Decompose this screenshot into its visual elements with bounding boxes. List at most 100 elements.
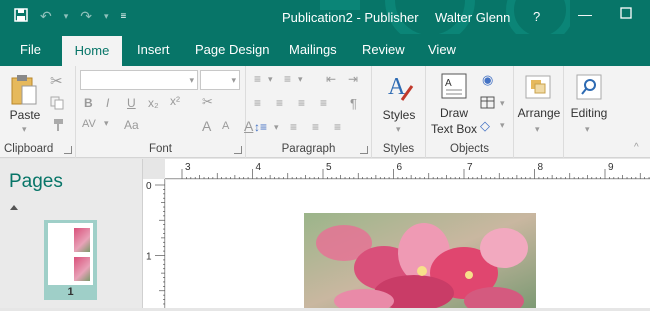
align-left-icon[interactable]: ≡ — [254, 96, 261, 110]
vertical-ruler[interactable]: 01 — [143, 179, 165, 308]
page-thumbnail[interactable]: 1 — [44, 220, 97, 300]
format-painter-icon[interactable] — [50, 118, 64, 135]
ruler-label: 1 — [146, 252, 152, 263]
clipboard-launcher-icon[interactable] — [64, 146, 72, 154]
styles-dropdown-icon[interactable]: ▾ — [396, 124, 401, 135]
character-spacing-dropdown-icon[interactable]: ▾ — [104, 118, 109, 129]
align-right-icon[interactable]: ≡ — [298, 96, 305, 110]
collapse-icon[interactable] — [10, 205, 18, 210]
bullets-dropdown-icon[interactable]: ▾ — [268, 74, 273, 85]
styles-button-label[interactable]: Styles — [378, 108, 420, 122]
grow-font-button[interactable]: A — [202, 118, 211, 134]
editing-dropdown-icon[interactable]: ▾ — [585, 124, 590, 135]
paste-button-label[interactable]: Paste — [8, 108, 42, 122]
shrink-font-button[interactable]: A — [222, 120, 229, 132]
draw-text-box-icon[interactable]: A — [440, 72, 468, 103]
arrange-dropdown-icon[interactable]: ▾ — [535, 124, 540, 135]
draw-label-line2[interactable]: Text Box — [428, 122, 480, 136]
minimize-button[interactable]: — — [578, 6, 592, 22]
clear-formatting-icon[interactable]: ✂ — [202, 94, 213, 110]
maximize-button[interactable] — [620, 6, 632, 22]
editing-group: Editing ▾ — [564, 66, 614, 158]
superscript-button[interactable]: x² — [170, 94, 180, 108]
tab-home[interactable]: Home — [62, 36, 122, 66]
tab-view[interactable]: View — [420, 34, 464, 66]
shapes-icon[interactable]: ◇ — [480, 118, 490, 134]
line-spacing-dropdown-icon[interactable]: ▾ — [274, 122, 279, 133]
undo-dropdown-icon[interactable]: ▾ — [64, 11, 69, 22]
font-group: ▾ ▾ B I U x₂ x² ✂ AV ▾ Aa A A A Font — [76, 66, 253, 158]
ruler-label: 0 — [146, 181, 152, 192]
ruler-label: 3 — [185, 162, 191, 173]
styles-icon[interactable]: A — [386, 72, 414, 107]
flower-photo[interactable] — [304, 213, 536, 311]
shapes-dropdown-icon[interactable]: ▾ — [500, 120, 505, 131]
align-center-icon[interactable]: ≡ — [276, 96, 283, 110]
align-text-icon[interactable]: ≡ — [312, 120, 319, 134]
ruler-label: 5 — [326, 162, 332, 173]
bullets-icon[interactable]: ≡ — [254, 72, 261, 86]
tab-review[interactable]: Review — [354, 34, 413, 66]
svg-text:A: A — [445, 78, 452, 89]
font-size-input[interactable]: ▾ — [200, 70, 240, 90]
save-icon[interactable] — [14, 8, 28, 25]
paste-icon[interactable] — [10, 74, 38, 109]
styles-group-label: Styles — [382, 143, 415, 155]
redo-dropdown-icon[interactable]: ▾ — [104, 11, 109, 22]
bold-button[interactable]: B — [84, 96, 93, 110]
justify-icon[interactable]: ≡ — [320, 96, 327, 110]
ribbon: Paste ▾ ✂ Clipboard ▾ ▾ B I U x₂ x² ✂ AV… — [0, 66, 650, 158]
tab-insert[interactable]: Insert — [129, 34, 178, 66]
table-dropdown-icon[interactable]: ▾ — [500, 98, 505, 109]
ruler-label: 7 — [467, 162, 473, 173]
collapse-ribbon-icon[interactable]: ^ — [634, 142, 639, 153]
user-name[interactable]: Walter Glenn — [435, 10, 510, 25]
ruler-label: 6 — [397, 162, 403, 173]
arrange-button-label[interactable]: Arrange — [514, 106, 564, 120]
font-name-input[interactable]: ▾ — [80, 70, 198, 90]
help-button[interactable]: ? — [533, 9, 540, 24]
editing-icon[interactable] — [576, 74, 602, 103]
numbering-dropdown-icon[interactable]: ▾ — [298, 74, 303, 85]
cut-icon[interactable]: ✂ — [50, 72, 63, 90]
redo-icon[interactable]: ↷ — [80, 8, 92, 25]
show-formatting-button[interactable]: ¶ — [350, 96, 357, 111]
paste-dropdown-icon[interactable]: ▾ — [22, 124, 27, 135]
font-launcher-icon[interactable] — [234, 146, 242, 154]
change-case-icon[interactable]: Aa — [124, 118, 139, 132]
ruler-label: 4 — [256, 162, 262, 173]
columns-icon[interactable]: ≡ — [334, 120, 341, 134]
title-bar: ↶ ▾ ↷ ▾ ≡ Publication2 - Publisher Walte… — [0, 0, 650, 34]
numbering-icon[interactable]: ≡ — [284, 72, 291, 86]
increase-indent-icon[interactable]: ⇥ — [348, 72, 358, 86]
underline-button[interactable]: U — [127, 96, 136, 110]
thumbnail-image-bottom — [74, 257, 90, 281]
character-spacing-button[interactable]: AV — [82, 118, 96, 130]
line-spacing-icon[interactable]: ↕≡ — [254, 120, 267, 134]
tab-file[interactable]: File — [12, 34, 49, 66]
decrease-indent-icon[interactable]: ⇤ — [326, 72, 336, 86]
picture-icon[interactable]: ◉ — [482, 72, 493, 88]
objects-group-label: Objects — [450, 143, 489, 155]
arrange-icon[interactable] — [524, 74, 552, 103]
undo-icon[interactable]: ↶ — [40, 8, 52, 25]
ruler-label: 9 — [608, 162, 614, 173]
editing-button-label[interactable]: Editing — [564, 106, 614, 120]
tab-page-design[interactable]: Page Design — [187, 34, 277, 66]
pages-title: Pages — [9, 171, 63, 192]
customize-qat-icon[interactable]: ≡ — [121, 11, 127, 22]
subscript-button[interactable]: x₂ — [148, 96, 159, 110]
table-icon[interactable] — [480, 96, 496, 113]
distribute-icon[interactable]: ≡ — [290, 120, 297, 134]
tab-mailings[interactable]: Mailings — [281, 34, 345, 66]
copy-icon[interactable] — [50, 96, 64, 113]
paragraph-launcher-icon[interactable] — [360, 146, 368, 154]
italic-button[interactable]: I — [106, 96, 109, 110]
draw-label-line1[interactable]: Draw — [428, 106, 480, 120]
horizontal-ruler[interactable]: 3 4 5 6 7 8 9 — [165, 159, 650, 179]
ruler-label: 8 — [538, 162, 544, 173]
ruler-corner — [143, 159, 165, 179]
styles-group: A Styles ▾ Styles — [372, 66, 426, 158]
window-title: Publication2 - Publisher — [282, 10, 419, 25]
thumbnail-page — [48, 223, 93, 285]
